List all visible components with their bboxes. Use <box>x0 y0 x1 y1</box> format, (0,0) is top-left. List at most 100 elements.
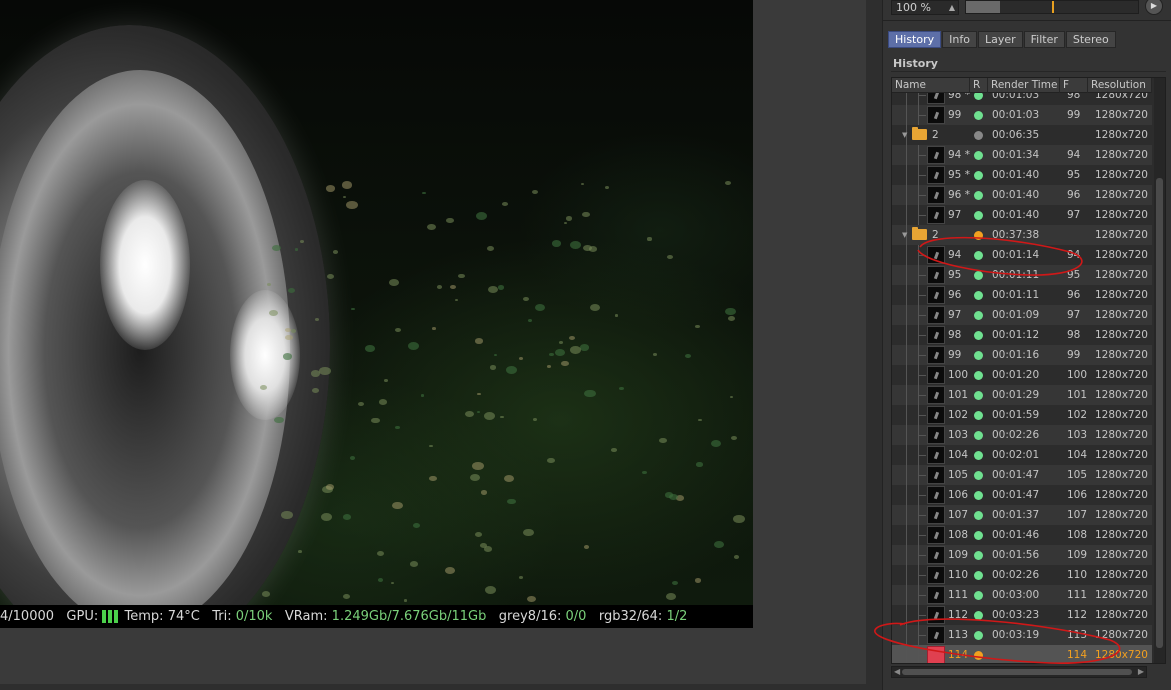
panel-divider[interactable] <box>866 0 882 690</box>
frame-number: 94 <box>1067 249 1081 261</box>
history-folder-row[interactable]: ▼ 2 00:06:35 1280x720 <box>892 125 1152 145</box>
resolution: 1280x720 <box>1095 109 1148 121</box>
zoom-slider[interactable] <box>965 0 1139 14</box>
render-viewport[interactable]: 4/10000 GPU: Temp: 74°C Tri: 0/10k VRam:… <box>0 0 753 628</box>
history-row[interactable]: 104 00:02:01 104 1280x720 <box>892 445 1152 465</box>
status-dot-icon <box>974 171 983 180</box>
history-row[interactable]: 95 00:01:11 95 1280x720 <box>892 265 1152 285</box>
history-row[interactable]: 106 00:01:47 106 1280x720 <box>892 485 1152 505</box>
history-row[interactable]: 111 00:03:00 111 1280x720 <box>892 585 1152 605</box>
history-row[interactable]: 108 00:01:46 108 1280x720 <box>892 525 1152 545</box>
col-render-time[interactable]: Render Time <box>988 78 1060 93</box>
history-row[interactable]: 113 00:03:19 113 1280x720 <box>892 625 1152 645</box>
expand-arrow-icon[interactable]: ▼ <box>902 231 907 239</box>
thumbnail-icon <box>927 506 945 524</box>
history-row[interactable]: 96 00:01:11 96 1280x720 <box>892 285 1152 305</box>
zoom-slider-marker[interactable] <box>1052 1 1054 13</box>
history-row[interactable]: 96 * 00:01:40 96 1280x720 <box>892 185 1152 205</box>
status-dot-icon <box>974 151 983 160</box>
resolution: 1280x720 <box>1095 489 1148 501</box>
history-row[interactable]: 114 114 1280x720 <box>892 645 1152 663</box>
history-name: 99 <box>948 109 962 121</box>
history-row[interactable]: 94 00:01:14 94 1280x720 <box>892 245 1152 265</box>
status-dot-icon <box>974 111 983 120</box>
tree-line <box>906 305 907 325</box>
col-resolution[interactable]: Resolution <box>1088 78 1152 93</box>
spin-arrows-icon[interactable]: ▲ <box>949 1 955 14</box>
folder-icon <box>912 227 927 240</box>
status-dot-icon <box>974 571 983 580</box>
status-dot-icon <box>974 371 983 380</box>
tab-stereo[interactable]: Stereo <box>1065 31 1116 48</box>
tree-line <box>906 245 907 265</box>
zoom-bar: 100 % ▲ ▶ <box>891 0 1167 16</box>
tab-filter[interactable]: Filter <box>1023 31 1065 48</box>
tree-branch <box>918 415 926 416</box>
vertical-scrollbar[interactable] <box>1154 78 1165 663</box>
tree-branch <box>918 315 926 316</box>
tree-line <box>906 565 907 585</box>
resolution: 1280x720 <box>1095 449 1148 461</box>
tree-branch <box>918 515 926 516</box>
horizontal-scroll-thumb[interactable] <box>902 669 1132 675</box>
tree-branch <box>918 395 926 396</box>
tree-branch <box>918 595 926 596</box>
frame-number: 96 <box>1067 189 1081 201</box>
frame-number: 105 <box>1067 469 1088 481</box>
resolution: 1280x720 <box>1095 609 1148 621</box>
history-name: 102 <box>948 409 969 421</box>
resolution: 1280x720 <box>1095 409 1148 421</box>
col-name[interactable]: Name <box>892 78 970 93</box>
folder-name: 2 <box>932 229 939 241</box>
frame-number: 114 <box>1067 649 1088 661</box>
wheel-highlight <box>100 180 190 350</box>
expand-arrow-icon[interactable]: ▼ <box>902 131 907 139</box>
history-row[interactable]: 103 00:02:26 103 1280x720 <box>892 425 1152 445</box>
col-r[interactable]: R <box>970 78 988 93</box>
status-dot-icon <box>974 351 983 360</box>
history-row[interactable]: 97 00:01:09 97 1280x720 <box>892 305 1152 325</box>
frame-number: 98 <box>1067 329 1081 341</box>
render-time: 00:01:47 <box>992 489 1040 501</box>
scroll-right-icon[interactable]: ▶ <box>1138 667 1144 677</box>
frame-number: 99 <box>1067 109 1081 121</box>
history-row[interactable]: 99 00:01:16 99 1280x720 <box>892 345 1152 365</box>
history-row[interactable]: 112 00:03:23 112 1280x720 <box>892 605 1152 625</box>
tab-info[interactable]: Info <box>942 31 977 48</box>
tree-line <box>906 185 907 205</box>
tab-layer[interactable]: Layer <box>977 31 1023 48</box>
history-row[interactable]: 105 00:01:47 105 1280x720 <box>892 465 1152 485</box>
history-row[interactable]: 100 00:01:20 100 1280x720 <box>892 365 1152 385</box>
tree-branch <box>918 295 926 296</box>
play-icon[interactable]: ▶ <box>1145 0 1163 15</box>
history-row[interactable]: 95 * 00:01:40 95 1280x720 <box>892 165 1152 185</box>
render-time: 00:01:40 <box>992 189 1040 201</box>
zoom-input[interactable]: 100 % ▲ <box>891 0 959 15</box>
thumbnail-icon <box>927 466 945 484</box>
status-dot-icon <box>974 471 983 480</box>
thumbnail-icon <box>927 646 945 663</box>
history-row[interactable]: 99 00:01:03 99 1280x720 <box>892 105 1152 125</box>
resolution: 1280x720 <box>1095 189 1148 201</box>
tree-line <box>906 625 907 645</box>
history-row[interactable]: 97 00:01:40 97 1280x720 <box>892 205 1152 225</box>
history-row[interactable]: 107 00:01:37 107 1280x720 <box>892 505 1152 525</box>
tab-history[interactable]: History <box>888 31 942 48</box>
tree-branch <box>918 95 926 96</box>
scroll-left-icon[interactable]: ◀ <box>894 667 900 677</box>
frame-number: 99 <box>1067 349 1081 361</box>
history-row[interactable]: 109 00:01:56 109 1280x720 <box>892 545 1152 565</box>
vertical-scroll-thumb[interactable] <box>1156 178 1163 648</box>
thumbnail-icon <box>927 546 945 564</box>
render-time: 00:06:35 <box>992 129 1040 141</box>
history-row[interactable]: 98 00:01:12 98 1280x720 <box>892 325 1152 345</box>
history-row[interactable]: 101 00:01:29 101 1280x720 <box>892 385 1152 405</box>
tree-line <box>906 265 907 285</box>
vram-value: 1.249Gb/7.676Gb/11Gb <box>331 609 487 624</box>
history-row[interactable]: 94 * 00:01:34 94 1280x720 <box>892 145 1152 165</box>
horizontal-scrollbar[interactable]: ◀ ▶ <box>891 666 1147 678</box>
history-row[interactable]: 110 00:02:26 110 1280x720 <box>892 565 1152 585</box>
history-row[interactable]: 102 00:01:59 102 1280x720 <box>892 405 1152 425</box>
history-folder-row[interactable]: ▼ 2 00:37:38 1280x720 <box>892 225 1152 245</box>
col-f[interactable]: F <box>1060 78 1088 93</box>
